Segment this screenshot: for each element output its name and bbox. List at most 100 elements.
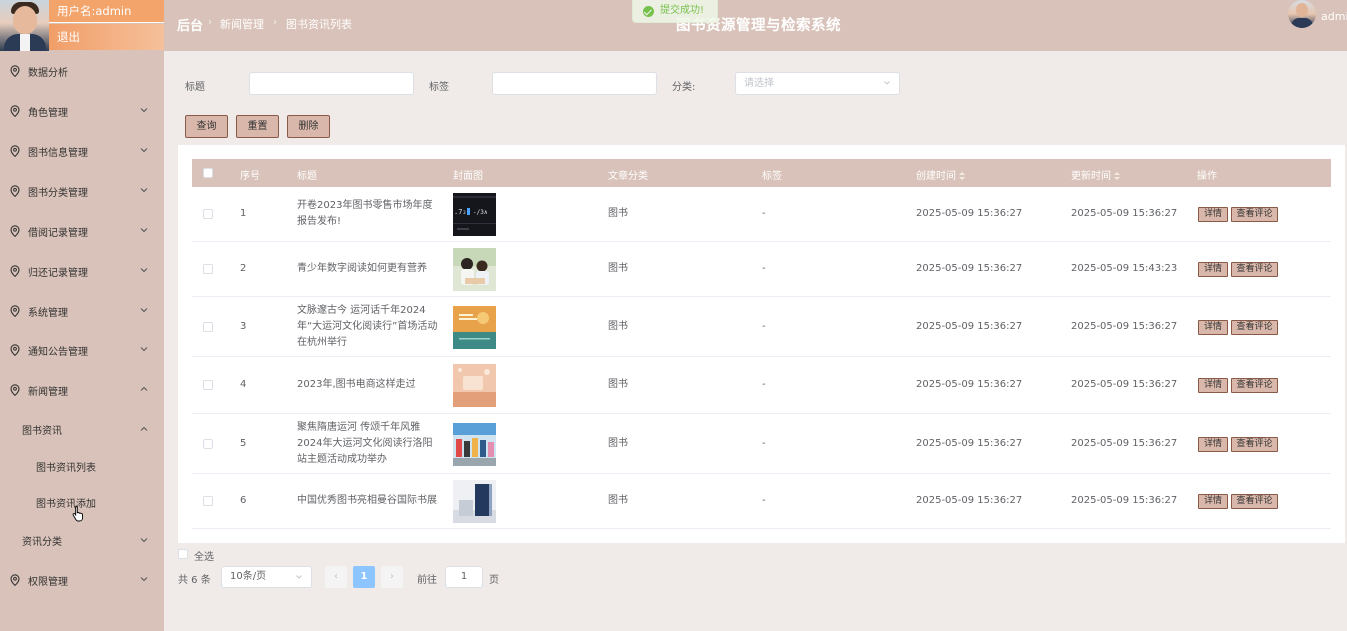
- table-row: 2 青少年数字阅读如何更有营养 图书 - 2025-05-09 15:36:27…: [192, 242, 1331, 297]
- breadcrumb-separator-icon: ›: [208, 17, 212, 28]
- sidebar-item-label: 图书分类管理: [28, 187, 88, 199]
- row-checkbox[interactable]: [203, 322, 213, 332]
- sidebar-item-book-info[interactable]: 图书信息管理: [0, 131, 164, 171]
- chevron-down-icon: [140, 228, 148, 233]
- table-row: 5 聚焦隋唐运河 传颂千年风雅2024年大运河文化阅读行洛阳站主题活动成功举办 …: [192, 414, 1331, 474]
- select-all-label[interactable]: 全选: [194, 548, 214, 563]
- row-checkbox[interactable]: [203, 496, 213, 506]
- svg-text:.7₂: .7₂: [454, 208, 467, 216]
- sidebar-item-data-analysis[interactable]: 数据分析: [0, 51, 164, 91]
- chevron-down-icon: [140, 108, 148, 113]
- category-select[interactable]: 请选择: [735, 72, 900, 95]
- row-checkbox[interactable]: [203, 264, 213, 274]
- view-comments-button[interactable]: 查看评论: [1231, 207, 1278, 222]
- sidebar-item-role[interactable]: 角色管理: [0, 91, 164, 131]
- location-icon: [10, 574, 20, 586]
- row-category: 图书: [608, 438, 628, 449]
- location-icon: [10, 344, 20, 356]
- success-toast: 提交成功!: [632, 0, 718, 23]
- breadcrumb-home[interactable]: 后台: [177, 15, 203, 34]
- column-header-updated[interactable]: 更新时间: [1071, 167, 1120, 182]
- total-count: 共 6 条: [178, 575, 211, 586]
- prev-page-button[interactable]: ‹: [325, 566, 347, 588]
- row-number: 6: [240, 495, 247, 506]
- page-size-value: 10条/页: [230, 571, 267, 582]
- detail-button[interactable]: 详情: [1198, 207, 1228, 222]
- sidebar-item-label: 通知公告管理: [28, 346, 88, 358]
- cover-image: [453, 306, 496, 349]
- sidebar-item-notice[interactable]: 通知公告管理: [0, 330, 164, 370]
- sort-icon[interactable]: [959, 172, 965, 180]
- view-comments-button[interactable]: 查看评论: [1231, 262, 1278, 277]
- sidebar-item-book-news-list[interactable]: 图书资讯列表: [0, 448, 164, 484]
- detail-button[interactable]: 详情: [1198, 320, 1228, 335]
- sidebar-item-borrow[interactable]: 借阅记录管理: [0, 211, 164, 251]
- select-all-checkbox[interactable]: [178, 549, 188, 559]
- title-input[interactable]: [249, 72, 414, 95]
- sidebar-item-book-news[interactable]: 图书资讯: [0, 411, 164, 447]
- chevron-down-icon: [140, 538, 148, 543]
- toast-text: 提交成功!: [660, 5, 705, 16]
- sort-icon[interactable]: [1114, 172, 1120, 180]
- goto-page-input[interactable]: 1: [445, 566, 483, 588]
- page-number-button[interactable]: 1: [353, 566, 375, 588]
- header-checkbox[interactable]: [203, 168, 213, 178]
- sidebar-item-book-category[interactable]: 图书分类管理: [0, 171, 164, 211]
- page-size-select[interactable]: 10条/页: [221, 566, 312, 588]
- row-created: 2025-05-09 15:36:27: [916, 495, 1023, 506]
- column-header: 标签: [762, 171, 782, 182]
- sidebar-item-label: 图书资讯: [22, 425, 62, 437]
- column-header: 封面图: [453, 171, 483, 182]
- tag-label: 标签: [429, 82, 449, 93]
- column-header-label: 更新时间: [1071, 171, 1111, 182]
- user-box: 用户名:admin 退出: [0, 0, 164, 51]
- row-checkbox[interactable]: [203, 380, 213, 390]
- breadcrumb-news[interactable]: 新闻管理: [220, 16, 264, 32]
- row-tag: -: [762, 379, 766, 390]
- sidebar-item-permission[interactable]: 权限管理: [0, 560, 164, 600]
- column-header-created[interactable]: 创建时间: [916, 167, 965, 182]
- row-updated: 2025-05-09 15:36:27: [1071, 321, 1178, 332]
- row-created: 2025-05-09 15:36:27: [916, 208, 1023, 219]
- detail-button[interactable]: 详情: [1198, 262, 1228, 277]
- table-row: 1 开卷2023年图书零售市场年度报告发布! .7₂ -/3∧ 图书 - 202…: [192, 187, 1331, 242]
- view-comments-button[interactable]: 查看评论: [1231, 494, 1278, 509]
- reset-button[interactable]: 重置: [236, 115, 279, 138]
- detail-button[interactable]: 详情: [1198, 378, 1228, 393]
- row-updated: 2025-05-09 15:36:27: [1071, 495, 1178, 506]
- sidebar-item-news-category[interactable]: 资讯分类: [0, 522, 164, 558]
- sidebar-item-system[interactable]: 系统管理: [0, 291, 164, 331]
- view-comments-button[interactable]: 查看评论: [1231, 437, 1278, 452]
- view-comments-button[interactable]: 查看评论: [1231, 320, 1278, 335]
- next-page-button[interactable]: ›: [381, 566, 403, 588]
- query-button[interactable]: 查询: [185, 115, 228, 138]
- view-comments-button[interactable]: 查看评论: [1231, 378, 1278, 393]
- row-number: 3: [240, 321, 247, 332]
- row-updated: 2025-05-09 15:36:27: [1071, 438, 1178, 449]
- header-avatar[interactable]: [1288, 0, 1316, 28]
- header-username[interactable]: admin: [1321, 10, 1347, 23]
- sidebar-item-label: 系统管理: [28, 307, 68, 319]
- row-updated: 2025-05-09 15:36:27: [1071, 208, 1178, 219]
- logout-button[interactable]: 退出: [49, 24, 164, 50]
- sidebar-item-label: 资讯分类: [22, 536, 62, 548]
- row-category: 图书: [608, 263, 628, 274]
- column-header: 标题: [297, 171, 317, 182]
- delete-button[interactable]: 删除: [287, 115, 330, 138]
- news-table: 序号 标题 封面图 文章分类 标签 创建时间 更新时间 操作 1 开卷2023年…: [178, 145, 1345, 543]
- row-checkbox[interactable]: [203, 209, 213, 219]
- row-title: 聚焦隋唐运河 传颂千年风雅2024年大运河文化阅读行洛阳站主题活动成功举办: [297, 422, 433, 465]
- chevron-down-icon: [884, 81, 890, 85]
- row-updated: 2025-05-09 15:36:27: [1071, 379, 1178, 390]
- sidebar-item-return[interactable]: 归还记录管理: [0, 251, 164, 291]
- svg-text:-/3∧: -/3∧: [473, 209, 488, 216]
- detail-button[interactable]: 详情: [1198, 437, 1228, 452]
- row-category: 图书: [608, 495, 628, 506]
- cover-image: [453, 480, 496, 523]
- row-number: 1: [240, 208, 247, 219]
- sidebar-item-news[interactable]: 新闻管理: [0, 370, 164, 410]
- tag-input[interactable]: [492, 72, 657, 95]
- row-tag: -: [762, 438, 766, 449]
- row-checkbox[interactable]: [203, 439, 213, 449]
- detail-button[interactable]: 详情: [1198, 494, 1228, 509]
